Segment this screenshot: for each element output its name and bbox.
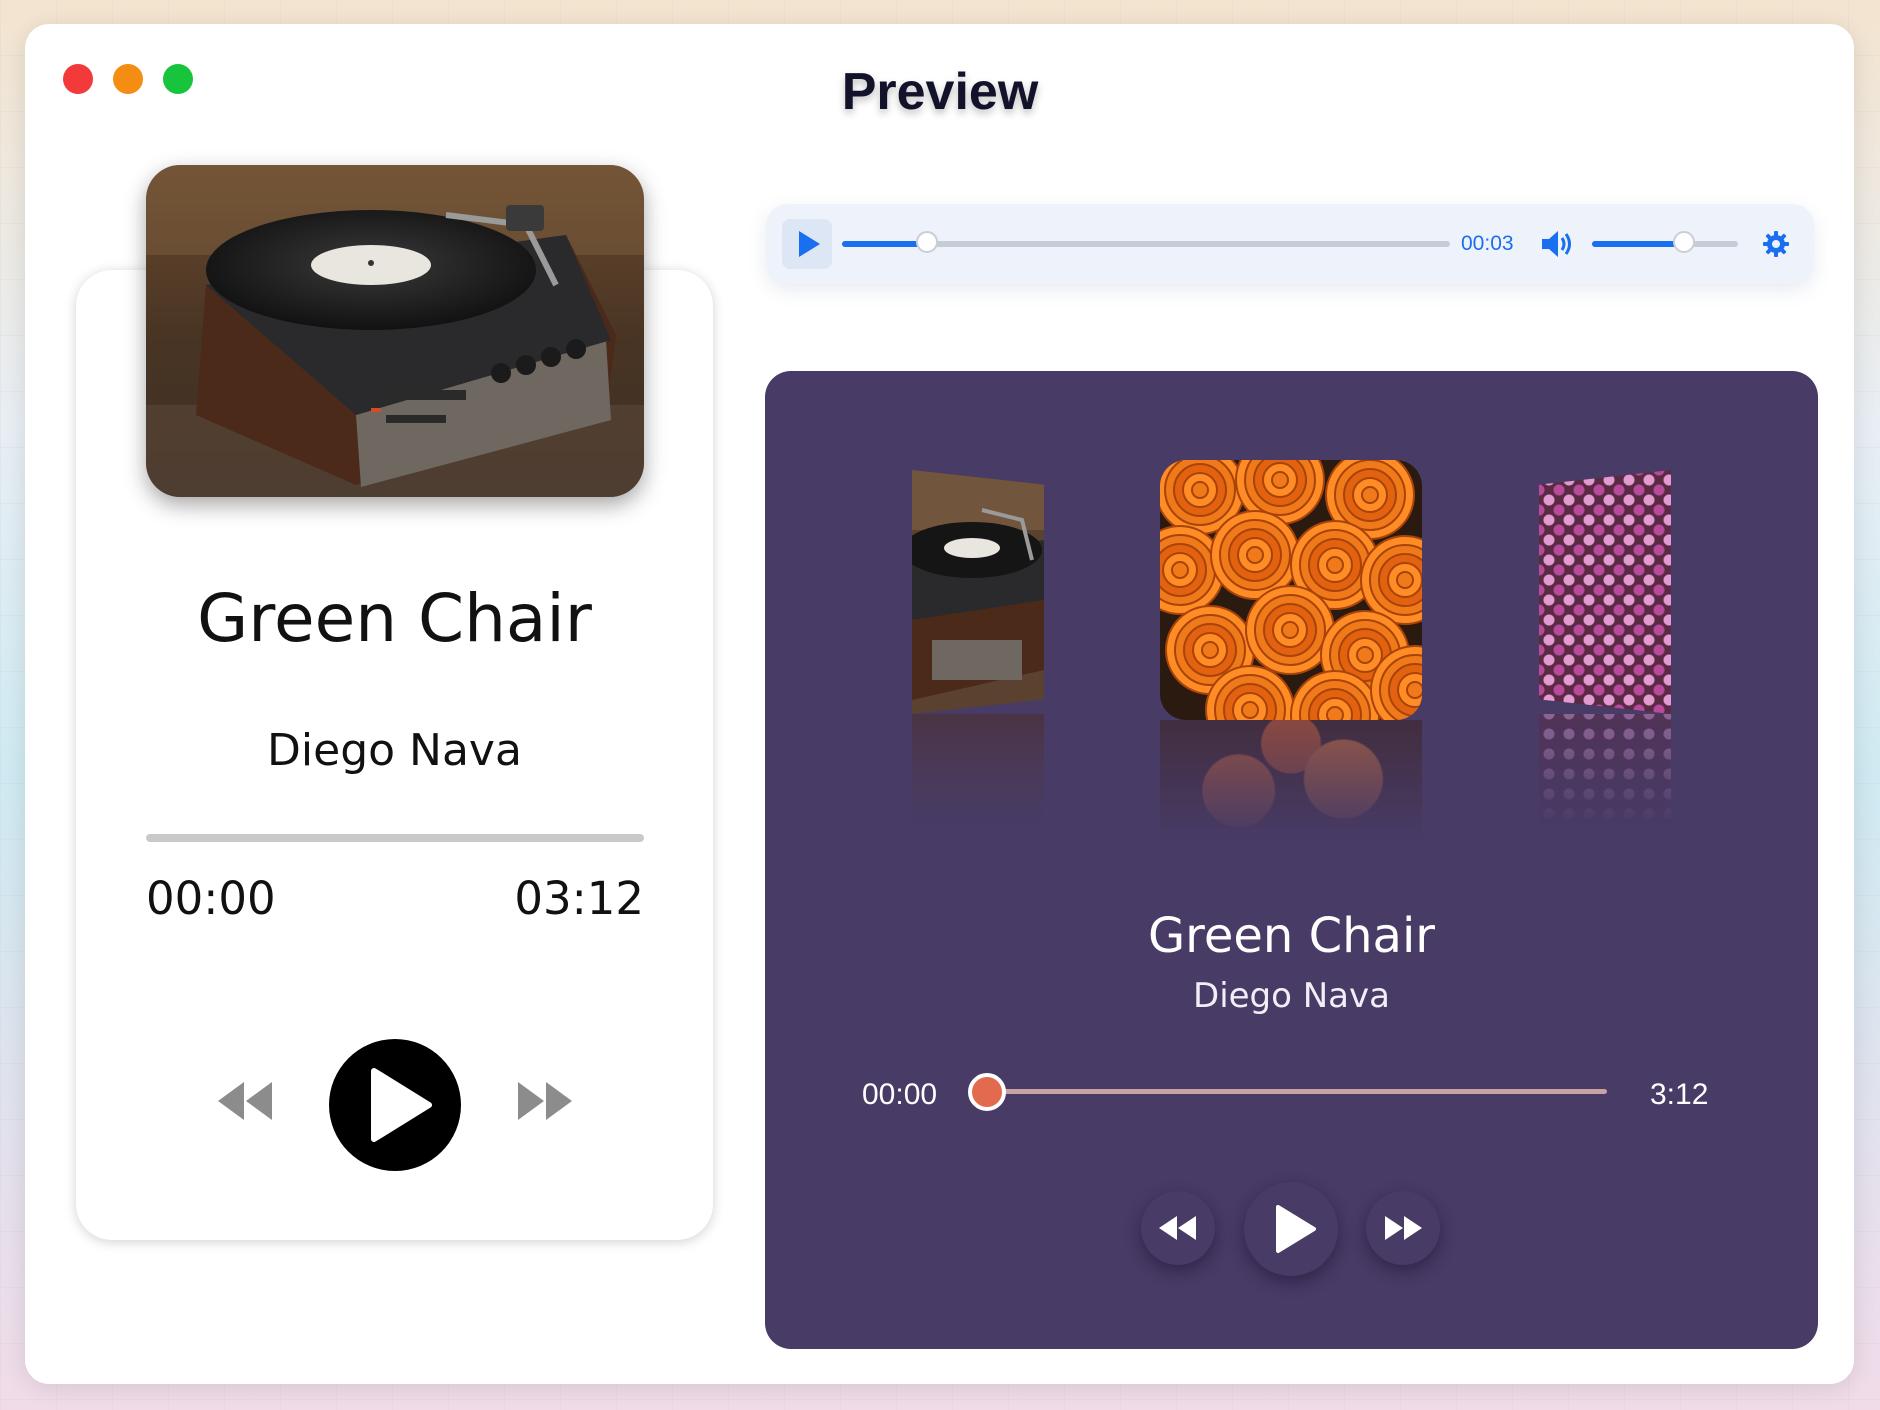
play-icon [799, 231, 820, 257]
audio-bar-seek-handle[interactable] [916, 231, 939, 253]
fast-forward-icon [1385, 1216, 1422, 1240]
carousel-reflection-center [1160, 720, 1422, 838]
carousel-slide-pink-flowers[interactable] [1539, 470, 1671, 714]
carousel-artist-name: Diego Nava [1193, 976, 1390, 1016]
card-duration: 03:12 [514, 872, 644, 925]
carousel-slide-orange-roses[interactable] [1160, 460, 1422, 720]
window-title: Preview [841, 63, 1039, 121]
play-icon [1276, 1205, 1316, 1253]
audio-bar-seek-fill [842, 241, 928, 247]
card-play-button[interactable] [328, 1038, 462, 1172]
volume-fill [1592, 241, 1684, 247]
carousel-rewind-button[interactable] [1141, 1191, 1215, 1265]
carousel-progress-track[interactable] [987, 1089, 1607, 1094]
settings-icon[interactable] [1762, 230, 1790, 258]
card-forward-button[interactable] [516, 1078, 574, 1124]
carousel-play-button[interactable] [1244, 1182, 1338, 1276]
carousel-reflection-right [1539, 714, 1671, 824]
volume-handle[interactable] [1672, 231, 1695, 253]
carousel-track-title: Green Chair [1147, 908, 1436, 964]
fast-forward-icon [518, 1082, 572, 1120]
carousel-duration: 3:12 [1650, 1078, 1709, 1111]
card-artist-name: Diego Nava [267, 725, 522, 776]
carousel-slide-turntable[interactable] [912, 470, 1044, 714]
carousel-reflection-left [912, 714, 1044, 824]
audio-bar-time: 00:03 [1461, 232, 1514, 255]
carousel-progress-handle[interactable] [968, 1073, 1006, 1111]
album-art-turntable [146, 165, 644, 497]
rewind-icon [218, 1082, 272, 1120]
rewind-icon [1159, 1216, 1196, 1240]
volume-icon[interactable] [1540, 229, 1574, 259]
audio-bar-play-button[interactable] [782, 219, 832, 269]
carousel-forward-button[interactable] [1366, 1191, 1440, 1265]
card-current-time: 00:00 [146, 872, 276, 925]
carousel-current-time: 00:00 [862, 1078, 938, 1111]
card-track-title: Green Chair [197, 580, 592, 657]
card-rewind-button[interactable] [216, 1078, 274, 1124]
card-progress-bar[interactable] [146, 834, 644, 842]
